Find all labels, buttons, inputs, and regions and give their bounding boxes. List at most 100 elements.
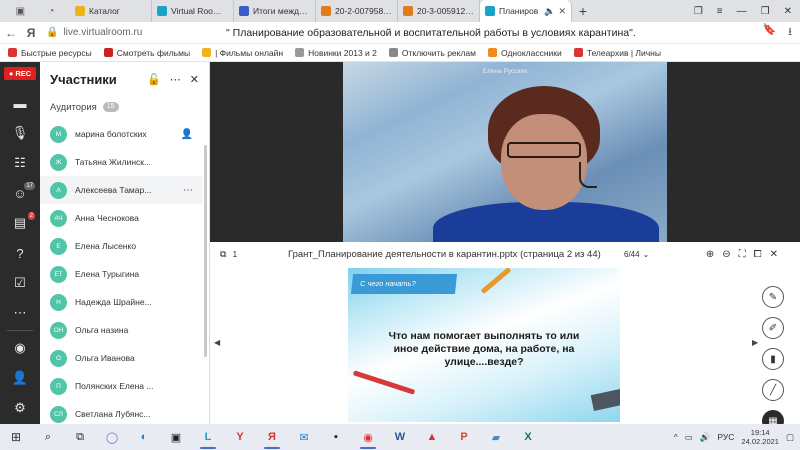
menu-icon[interactable]: ≡ (717, 6, 723, 17)
browser-logo-icon[interactable]: ◔ (48, 6, 54, 17)
alice-icon[interactable]: ◯ (96, 424, 128, 450)
marker-tool-icon[interactable]: ✐ (762, 317, 784, 339)
bookmark-item[interactable]: Отключить реклам (388, 48, 476, 58)
media-icon[interactable]: ▪ (320, 424, 352, 450)
zoom-out-icon[interactable]: ⊖ (722, 249, 730, 260)
participant-row[interactable]: М марина болотских 👤 (40, 120, 203, 148)
participant-row[interactable]: ЕТ Елена Турыгина (40, 260, 203, 288)
minimize-icon[interactable]: — (737, 6, 747, 17)
speaker-icon[interactable]: 🔈 (544, 6, 555, 17)
pen-tool-icon[interactable]: ✎ (762, 286, 784, 308)
url-field[interactable]: 🔒 live.virtualroom.ru (40, 25, 226, 41)
camera-icon[interactable]: ▬ (0, 88, 40, 118)
more-options-icon[interactable]: ⋯ (170, 73, 181, 86)
task-view-icon[interactable]: ⧉ (64, 424, 96, 450)
fit-screen-icon[interactable]: ⛶ (739, 249, 746, 260)
bookmark-item[interactable]: | Фильмы онлайн (202, 48, 283, 58)
yandex-browser-icon[interactable]: Я (256, 424, 288, 450)
tab-results[interactable]: Итоги междисци (234, 0, 316, 22)
yandex-icon[interactable]: Я (22, 26, 40, 40)
pdf-icon[interactable]: ▲ (416, 424, 448, 450)
close-window-icon[interactable]: ✕ (784, 6, 792, 17)
back-icon[interactable]: ← (0, 26, 22, 40)
yandex-y-icon[interactable]: Y (224, 424, 256, 450)
close-panel-icon[interactable]: ✕ (190, 73, 199, 86)
bookmark-item[interactable]: Быстрые ресурсы (8, 48, 92, 58)
audience-section[interactable]: Аудитория 15 (40, 96, 209, 118)
question-icon[interactable]: ? (0, 238, 40, 268)
tab-doc-1[interactable]: 20-2-007958 - Пр (316, 0, 398, 22)
store-icon[interactable]: ▣ (160, 424, 192, 450)
notifications-icon[interactable]: ▢ (786, 432, 794, 443)
tab-active-planning[interactable]: Планиров 🔈 ✕ (480, 0, 572, 22)
settings-gear-icon[interactable]: ⚙ (0, 393, 40, 423)
zoom-in-icon[interactable]: ⊕ (706, 249, 714, 260)
page-selector[interactable]: 6/44 ⌄ (624, 250, 649, 259)
participant-row[interactable]: СЛ Светлана Лубянс... (40, 400, 203, 424)
participant-row[interactable]: О Ольга Иванова (40, 344, 203, 372)
tab-virtual-room[interactable]: Virtual Room Live (152, 0, 234, 22)
opera-icon[interactable]: ◉ (352, 424, 384, 450)
word-icon[interactable]: W (384, 424, 416, 450)
participants-icon[interactable]: ☷ (0, 148, 40, 178)
broadcast-icon[interactable]: ◉ (0, 333, 40, 363)
participant-row[interactable]: Н Надежда Шрайне... (40, 288, 203, 316)
avatar: П (50, 377, 67, 395)
tabs-list-icon[interactable]: ▣ (16, 6, 25, 17)
tray-expand-icon[interactable]: ^ (674, 432, 678, 442)
participant-more-icon[interactable]: ⋯ (183, 185, 193, 196)
clock[interactable]: 19:14 24.02.2021 (741, 428, 779, 446)
close-tab-icon[interactable]: ✕ (558, 6, 566, 17)
more-icon[interactable]: ⋯ (0, 298, 40, 328)
excel-icon[interactable]: X (512, 424, 544, 450)
bookmark-icon[interactable]: 🔖 (762, 23, 776, 42)
line-tool-icon[interactable]: ╱ (762, 379, 784, 401)
download-icon[interactable]: ⭳ (788, 23, 792, 42)
edge-icon[interactable]: ◐ (128, 424, 160, 450)
language-indicator[interactable]: РУС (717, 432, 734, 442)
participant-row[interactable]: Е Елена Лысенко (40, 232, 203, 260)
restore-icon[interactable]: ❐ (761, 6, 770, 17)
tab-manager-icon[interactable]: ❐ (694, 6, 703, 17)
bookmark-label: Одноклассники (501, 47, 562, 58)
tab-label: Планиров (499, 6, 539, 16)
microphone-icon[interactable]: 🎙 (0, 118, 40, 148)
participant-row[interactable]: П Полянских Елена ... (40, 372, 203, 400)
participant-row[interactable]: Ж Татьяна Жилинск... (40, 148, 203, 176)
speaker-name: Елена Русских (482, 68, 528, 75)
volume-icon[interactable]: 🔊 (700, 432, 711, 443)
app-l-icon[interactable]: L (192, 424, 224, 450)
next-slide-icon[interactable]: ▶ (752, 338, 758, 347)
powerpoint-icon[interactable]: P (448, 424, 480, 450)
poll-icon[interactable]: ☑ (0, 268, 40, 298)
speaker-video[interactable]: Елена Русских (343, 62, 667, 242)
search-icon[interactable]: ⌕ (32, 424, 64, 450)
moderator-icon[interactable]: 👤 (181, 129, 193, 140)
lock-icon[interactable]: 🔓 (147, 73, 161, 86)
prev-slide-icon[interactable]: ◀ (214, 338, 220, 347)
slides-icon[interactable]: ⧉ (220, 249, 226, 260)
bookmark-item[interactable]: Одноклассники (488, 48, 562, 58)
chat-icon[interactable]: ▤ 2 (0, 208, 40, 238)
group-icon[interactable]: ☺ 17 (0, 178, 40, 208)
close-presentation-icon[interactable]: ✕ (770, 249, 778, 260)
tab-catalog[interactable]: Каталог (70, 0, 152, 22)
highlighter-tool-icon[interactable]: ▮ (762, 348, 784, 370)
bookmark-item[interactable]: Новинки 2013 и 2 (295, 48, 377, 58)
participant-row[interactable]: ОН Ольга назина (40, 316, 203, 344)
record-button[interactable]: ● REC (4, 67, 36, 80)
participant-row[interactable]: А Алексеева Тамар... ⋯ (40, 176, 203, 204)
participants-scrollbar[interactable] (204, 145, 207, 357)
bookmark-item[interactable]: Смотреть фильмы (103, 48, 190, 58)
invite-icon[interactable]: 👤 (0, 363, 40, 393)
network-icon[interactable]: ▭ (685, 432, 693, 443)
address-bar: ← Я 🔒 live.virtualroom.ru " Планирование… (0, 22, 800, 44)
tab-doc-2[interactable]: 20-3-005912 - Пр (398, 0, 480, 22)
mail-icon[interactable]: ✉ (288, 424, 320, 450)
participant-row[interactable]: АЧ Анна Чеснокова (40, 204, 203, 232)
windows-start-icon[interactable]: ⊞ (0, 430, 32, 444)
bookmark-item[interactable]: Телеархив | Личны (573, 48, 661, 58)
crop-icon[interactable]: ⧠ (754, 249, 762, 260)
new-tab-button[interactable]: + (572, 0, 594, 22)
folder-icon[interactable]: ▰ (480, 424, 512, 450)
